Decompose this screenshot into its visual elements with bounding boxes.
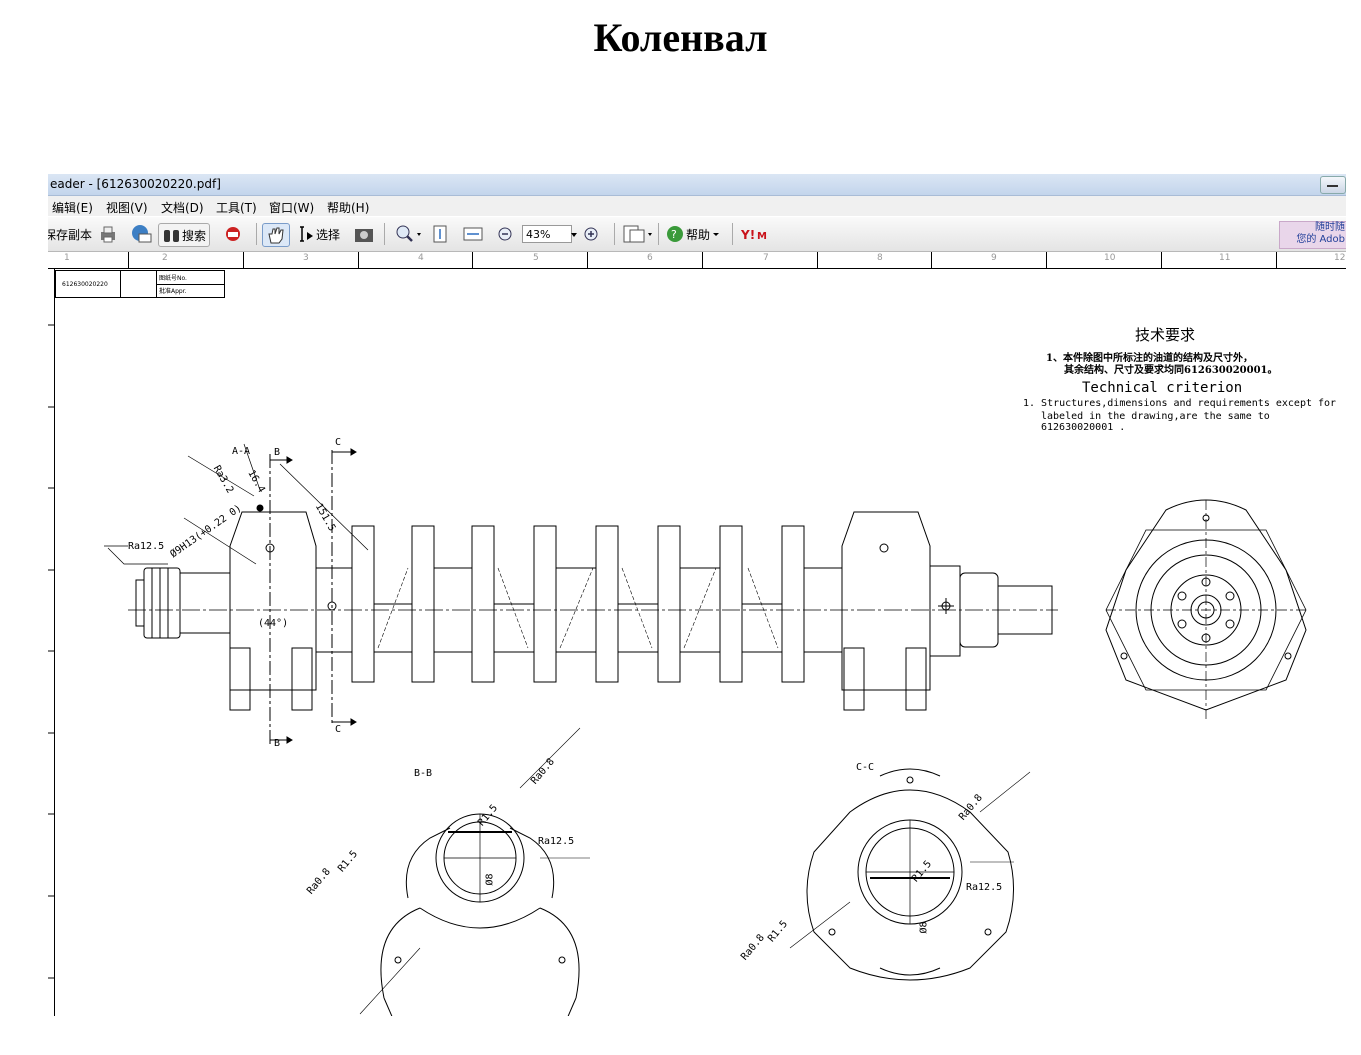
adobe-ad-banner[interactable]: 随时随 您的 Adob <box>1279 221 1346 249</box>
ad-line-2: 您的 Adob <box>1296 234 1345 245</box>
svg-text:Y!: Y! <box>740 228 755 242</box>
camera-icon <box>355 229 373 242</box>
search-button[interactable]: 搜索 <box>158 223 211 247</box>
ruler-num: 1 <box>64 253 70 263</box>
section-label-cc: C-C <box>856 762 875 773</box>
collaborate-button[interactable] <box>224 223 246 245</box>
snapshot-button[interactable] <box>353 223 375 245</box>
zoom-level-field[interactable]: 43% <box>522 225 572 243</box>
select-tool-button[interactable]: 选择 <box>298 223 340 245</box>
youdao-logo-icon: Y! M <box>740 228 767 242</box>
ruler-num: 6 <box>647 253 653 263</box>
collaborate-icon <box>226 227 240 241</box>
crankshaft-drawing <box>48 324 1307 1016</box>
toolbar-separator <box>614 223 615 245</box>
youdao-button[interactable]: Y! M <box>740 223 776 245</box>
printer-icon <box>101 226 115 243</box>
menu-edit[interactable]: 编辑(E) <box>52 199 93 216</box>
roughness-ra125: Ra12.5 <box>538 836 575 847</box>
toolbar-separator <box>256 223 257 245</box>
ruler-num: 2 <box>162 253 168 263</box>
angle-44: (44°) <box>258 618 289 629</box>
zoom-in-button[interactable] <box>582 223 600 245</box>
menu-tools[interactable]: 工具(T) <box>216 199 257 216</box>
ruler-num: 8 <box>877 253 883 263</box>
save-copy-label: 保存副本 <box>48 227 93 242</box>
chevron-down-icon <box>713 233 720 236</box>
menu-view[interactable]: 视图(V) <box>106 199 148 216</box>
fit-page-icon <box>433 225 447 243</box>
section-mark-c-top: C <box>335 437 342 448</box>
ruler-num: 5 <box>533 253 539 263</box>
text-cursor-icon <box>300 226 313 242</box>
ruler-num: 9 <box>991 253 997 263</box>
section-mark-b-bottom: B <box>274 738 281 749</box>
menu-document[interactable]: 文档(D) <box>161 199 204 216</box>
ruler-num: 11 <box>1219 253 1231 263</box>
fit-width-icon <box>463 227 483 241</box>
zoom-dropdown-button[interactable] <box>570 223 580 245</box>
ruler-num: 4 <box>418 253 424 263</box>
email-globe-icon <box>132 225 152 243</box>
page-layout-icon <box>623 225 652 243</box>
section-mark-c-bottom: C <box>335 724 342 735</box>
section-label-aa: A-A <box>232 446 251 457</box>
window-title: eader - [612630020220.pdf] <box>50 177 221 191</box>
svg-text:?: ? <box>671 228 677 241</box>
search-label: 搜索 <box>182 228 207 243</box>
hand-icon <box>268 227 284 244</box>
save-copy-button[interactable]: 保存副本 <box>48 223 92 245</box>
fit-width-button[interactable] <box>462 223 484 245</box>
ruler-num: 3 <box>303 253 309 263</box>
help-icon: ? <box>667 226 683 242</box>
roughness-ra125: Ra12.5 <box>128 541 165 552</box>
help-label: 帮助 <box>686 227 711 242</box>
minimize-icon <box>1327 185 1338 187</box>
menu-bar: 编辑(E) 视图(V) 文档(D) 工具(T) 窗口(W) 帮助(H) <box>48 196 1346 216</box>
toolbar-separator <box>732 223 733 245</box>
binoculars-icon <box>164 230 179 242</box>
section-label-bb: B-B <box>414 768 433 779</box>
select-label: 选择 <box>316 227 341 242</box>
page-options-button[interactable] <box>622 223 656 245</box>
window-titlebar: eader - [612630020220.pdf] <box>48 174 1346 196</box>
ruler-num: 7 <box>763 253 769 263</box>
pdf-reader-window: eader - [612630020220.pdf] 编辑(E) 视图(V) 文… <box>48 174 1346 1016</box>
plus-circle-icon <box>584 227 598 241</box>
menu-window[interactable]: 窗口(W) <box>269 199 314 216</box>
ruler-num: 10 <box>1104 253 1116 263</box>
print-button[interactable] <box>98 223 118 245</box>
ruler-num: 12 <box>1334 253 1346 263</box>
top-ruler: 1 2 3 4 5 6 7 8 9 10 11 12 <box>48 252 1346 269</box>
zoom-in-tool-button[interactable] <box>394 223 422 245</box>
ad-line-1: 随时随 <box>1315 222 1345 233</box>
zoom-out-button[interactable] <box>496 223 514 245</box>
email-button[interactable] <box>130 223 152 245</box>
minus-circle-icon <box>498 227 512 241</box>
fit-page-button[interactable] <box>430 223 450 245</box>
menu-help[interactable]: 帮助(H) <box>327 199 369 216</box>
page-title: Коленвал <box>593 15 768 60</box>
help-button[interactable]: ? 帮助 <box>666 223 722 245</box>
minimize-button[interactable] <box>1320 176 1346 194</box>
toolbar: 保存副本 搜索 选择 43% ? 帮助 Y! M 随时随 您的 Adob <box>48 217 1346 252</box>
diameter-8: Ø8 <box>918 921 930 934</box>
magnifier-icon <box>396 225 421 242</box>
svg-text:M: M <box>757 231 767 242</box>
hand-tool-button[interactable] <box>262 223 290 247</box>
section-mark-b-top: B <box>274 447 281 458</box>
diameter-8: Ø8 <box>484 873 496 886</box>
toolbar-separator <box>658 223 659 245</box>
toolbar-separator <box>384 223 385 245</box>
roughness-ra125: Ra12.5 <box>966 882 1003 893</box>
chevron-down-icon <box>571 233 577 237</box>
